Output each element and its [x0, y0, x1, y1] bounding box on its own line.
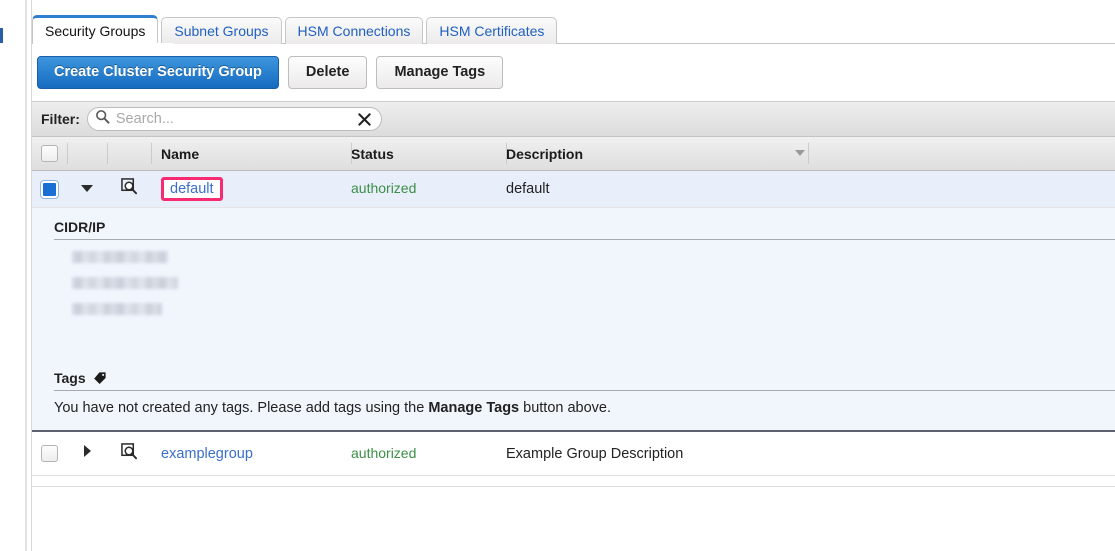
row-name-cell: default [151, 177, 351, 201]
cidr-section-title: CIDR/IP [54, 219, 105, 235]
left-rail-divider [25, 0, 27, 551]
column-divider [151, 143, 152, 164]
active-tab-underline-mask [44, 43, 174, 45]
column-header-description[interactable]: Description [506, 146, 1115, 162]
cidr-entry-redacted [72, 303, 162, 315]
row-expand-cell[interactable] [67, 180, 107, 198]
toolbar: Create Cluster Security Group Delete Man… [37, 56, 503, 89]
cidr-entry-redacted [72, 277, 178, 289]
magnifier-icon[interactable] [121, 178, 138, 200]
column-divider [506, 143, 507, 164]
row-select-cell [32, 181, 67, 198]
security-group-link-default[interactable]: default [161, 177, 223, 201]
tag-icon [93, 371, 107, 385]
row-select-cell [32, 445, 67, 462]
search-icon [95, 109, 110, 129]
tags-message-before: You have not created any tags. Please ad… [54, 400, 428, 416]
tab-label: Subnet Groups [174, 23, 268, 39]
column-divider [107, 143, 108, 164]
tags-message-bold: Manage Tags [428, 400, 519, 416]
column-header-status[interactable]: Status [351, 146, 506, 162]
description-text: Example Group Description [506, 446, 683, 462]
row-name-cell: examplegroup [151, 445, 351, 463]
search-input[interactable]: Search... [87, 107, 382, 131]
table-row[interactable]: examplegroup authorized Example Group De… [32, 432, 1115, 476]
status-badge: authorized [351, 445, 416, 461]
tags-empty-message: You have not created any tags. Please ad… [54, 400, 1115, 430]
nav-edge-sliver [0, 28, 3, 43]
tab-subnet-groups[interactable]: Subnet Groups [161, 17, 281, 44]
tab-label: Security Groups [45, 23, 145, 39]
select-all-cell [32, 145, 67, 162]
caret-right-icon[interactable] [82, 444, 92, 463]
tags-message-after: button above. [519, 400, 611, 416]
status-badge: authorized [351, 180, 416, 196]
tags-section-title: Tags [54, 370, 86, 386]
chevron-down-icon[interactable] [795, 150, 805, 156]
cidr-section-header: CIDR/IP [54, 208, 1115, 235]
tabbar: Security Groups Subnet Groups HSM Connec… [32, 14, 560, 44]
row-description-cell: default [506, 180, 1115, 198]
column-divider [67, 143, 68, 164]
cidr-entry-list [32, 240, 1115, 315]
security-groups-page: Security Groups Subnet Groups HSM Connec… [0, 0, 1115, 551]
row-detail-panel: CIDR/IP Tags You have no [32, 208, 1115, 432]
create-cluster-security-group-button[interactable]: Create Cluster Security Group [37, 56, 279, 89]
row-detail-cell[interactable] [107, 178, 151, 200]
tab-hsm-connections[interactable]: HSM Connections [285, 17, 424, 44]
tab-label: HSM Connections [298, 23, 411, 39]
column-divider [351, 143, 352, 164]
table-bottom-divider [32, 486, 1115, 487]
select-all-checkbox[interactable] [41, 145, 58, 162]
row-description-cell: Example Group Description [506, 445, 1115, 463]
tab-security-groups[interactable]: Security Groups [32, 15, 158, 44]
column-header-name[interactable]: Name [151, 146, 351, 162]
tags-section-divider [54, 390, 1115, 391]
tags-section-header: Tags [54, 359, 1115, 386]
row-checkbox[interactable] [41, 181, 58, 198]
search-placeholder: Search... [116, 111, 357, 127]
table-row[interactable]: default authorized default [32, 171, 1115, 208]
description-text: default [506, 181, 550, 197]
table-header-row: Name Status Description [32, 137, 1115, 171]
tab-hsm-certificates[interactable]: HSM Certificates [426, 17, 557, 44]
clear-x-icon[interactable] [357, 112, 372, 127]
row-checkbox[interactable] [41, 445, 58, 462]
detail-spacer [32, 315, 1115, 359]
cidr-entry-redacted [72, 251, 168, 263]
tab-label: HSM Certificates [439, 23, 544, 39]
caret-down-icon[interactable] [80, 180, 94, 198]
column-divider [808, 143, 809, 164]
delete-button[interactable]: Delete [288, 56, 368, 89]
security-group-link-examplegroup[interactable]: examplegroup [161, 446, 253, 462]
magnifier-icon[interactable] [121, 443, 138, 465]
row-expand-cell[interactable] [67, 444, 107, 463]
security-groups-table: Name Status Description [32, 137, 1115, 476]
row-status-cell: authorized [351, 445, 506, 463]
filter-bar: Filter: Search... [32, 101, 1115, 137]
row-status-cell: authorized [351, 180, 506, 198]
manage-tags-button[interactable]: Manage Tags [376, 56, 503, 89]
row-detail-cell[interactable] [107, 443, 151, 465]
filter-label: Filter: [41, 111, 80, 127]
